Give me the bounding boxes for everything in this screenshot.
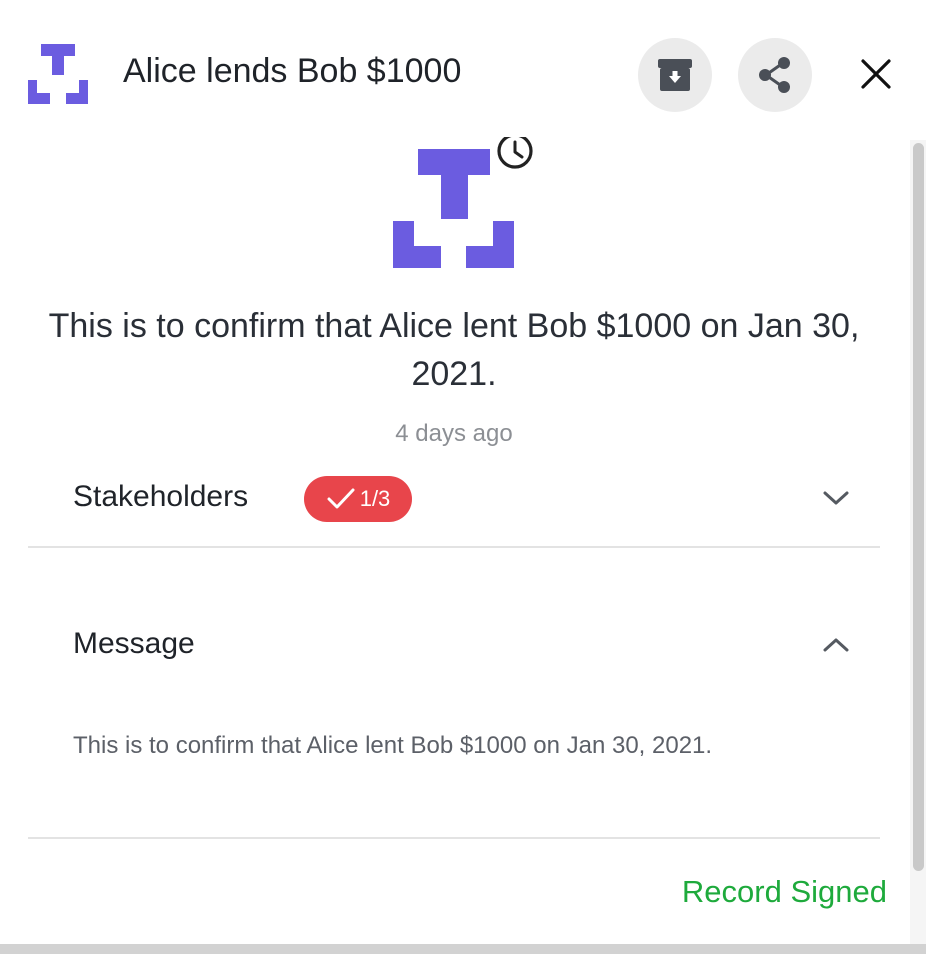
close-icon <box>861 59 891 89</box>
stakeholders-toggle[interactable] <box>818 480 854 516</box>
scrollbar-thumb[interactable] <box>913 143 924 871</box>
message-label: Message <box>73 627 195 660</box>
message-body: This is to confirm that Alice lent Bob $… <box>73 732 713 759</box>
timestamp: 4 days ago <box>395 420 513 447</box>
share-button[interactable] <box>738 38 812 112</box>
chevron-down-icon <box>823 491 849 505</box>
stakeholders-count: 1/3 <box>359 486 391 511</box>
record-title: Alice lends Bob $1000 <box>123 52 462 90</box>
checkmark-icon <box>327 488 355 509</box>
app-logo-icon <box>28 44 88 104</box>
record-logo-icon <box>393 137 534 268</box>
header: Alice lends Bob $1000 <box>0 0 926 140</box>
close-button[interactable] <box>852 50 900 98</box>
archive-button[interactable] <box>638 38 712 112</box>
stakeholders-badge: 1/3 <box>304 476 412 522</box>
share-icon <box>759 57 790 93</box>
section-divider <box>28 546 880 548</box>
record-status: Record Signed <box>681 874 887 909</box>
chevron-up-icon <box>823 638 849 652</box>
confirmation-text: This is to confirm that Alice lent Bob $… <box>48 307 860 393</box>
horizontal-scrollbar[interactable] <box>0 944 926 954</box>
clock-icon <box>496 137 534 170</box>
section-divider <box>28 837 880 839</box>
stakeholders-label: Stakeholders <box>73 480 249 513</box>
message-toggle[interactable] <box>818 627 854 663</box>
archive-box-icon <box>658 59 692 91</box>
